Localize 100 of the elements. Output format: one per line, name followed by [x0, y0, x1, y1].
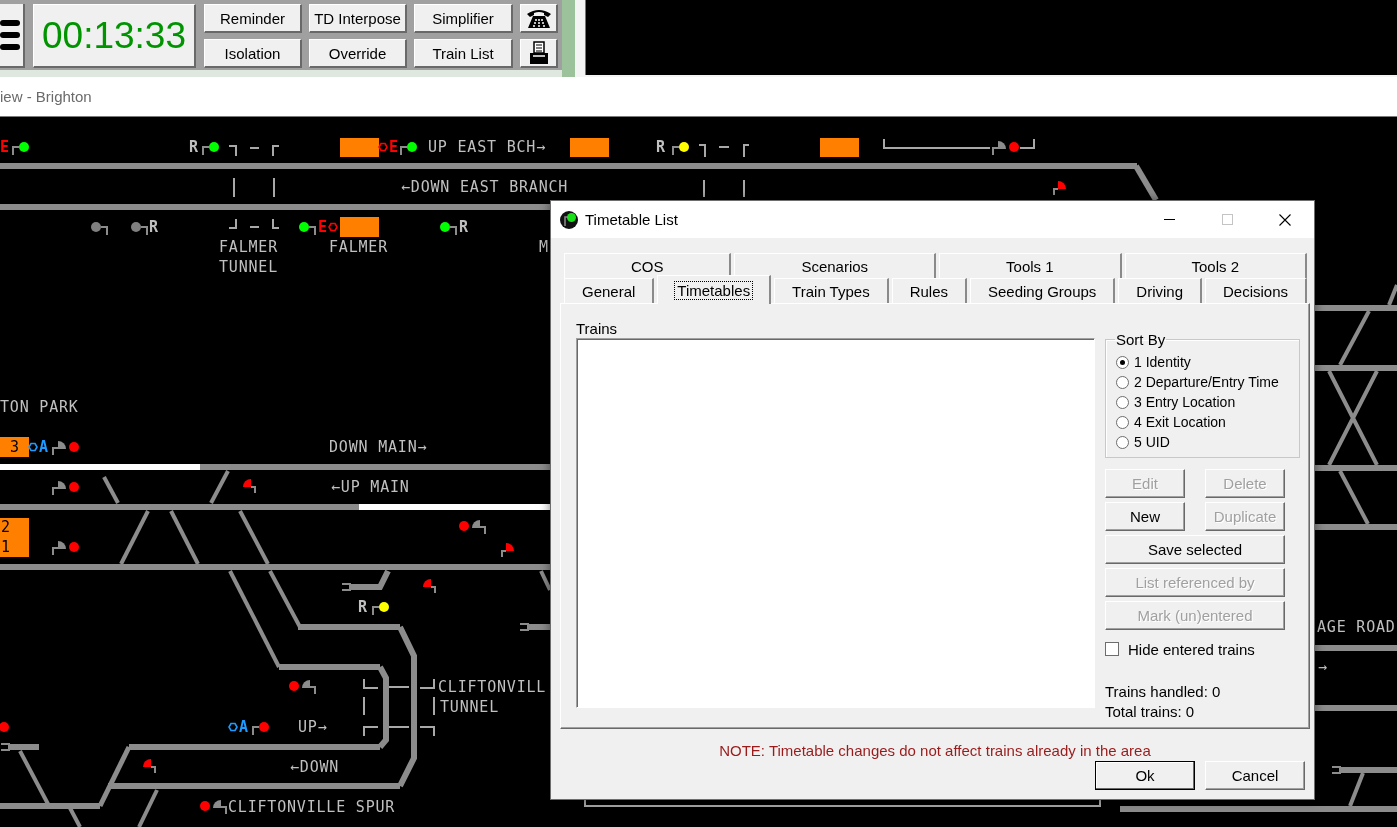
- signal-icon[interactable]: [252, 722, 269, 736]
- tab[interactable]: Tools 2: [1124, 253, 1308, 278]
- line-label: ←DOWN EAST BRANCH: [401, 178, 569, 196]
- dialog-button[interactable]: Ok: [1095, 761, 1195, 790]
- sort-option[interactable]: 4 Exit Location: [1116, 412, 1226, 432]
- signal-icon[interactable]: [289, 680, 316, 695]
- sort-option[interactable]: 3 Entry Location: [1116, 392, 1236, 412]
- dialog-button[interactable]: New: [1105, 502, 1185, 531]
- place-label: FALMER: [219, 238, 278, 256]
- signal-icon[interactable]: [200, 800, 227, 815]
- toolbar-button[interactable]: Train List: [414, 39, 513, 68]
- sort-option[interactable]: 2 Departure/Entry Time: [1116, 372, 1279, 392]
- menu-icon: [0, 19, 20, 51]
- signal-icon[interactable]: [131, 222, 148, 236]
- close-icon: [1279, 213, 1291, 226]
- signal-icon[interactable]: [423, 579, 436, 594]
- maximize-icon: [1221, 214, 1233, 225]
- signal-icon[interactable]: [440, 222, 457, 236]
- signal-icon[interactable]: [12, 142, 29, 156]
- tab[interactable]: Timetables: [657, 275, 772, 304]
- dialog-button[interactable]: Cancel: [1205, 761, 1305, 790]
- sort-option[interactable]: 1 Identity: [1116, 352, 1191, 372]
- place-label: TUNNEL: [219, 258, 278, 276]
- berth-number: 2: [1, 518, 11, 536]
- tunnel-mark-icon: [743, 144, 750, 158]
- line-label: UP→: [298, 718, 328, 736]
- tunnel-mark-icon: [419, 726, 435, 737]
- hide-entered-checkbox[interactable]: Hide entered trains: [1105, 641, 1255, 657]
- counter-text: Total trains: 0: [1105, 702, 1195, 722]
- signal-code-label: E: [0, 138, 10, 156]
- signal-icon[interactable]: [299, 222, 316, 236]
- tunnel-mark-icon: [272, 218, 280, 229]
- place-label: M: [539, 238, 549, 256]
- list-label: Trains: [576, 320, 618, 338]
- lamp-icon: [560, 210, 578, 229]
- place-label: FALMER: [329, 238, 388, 256]
- phone-button[interactable]: [520, 4, 558, 33]
- buffer-stop-icon: [1331, 766, 1341, 774]
- tab[interactable]: Decisions: [1205, 278, 1307, 303]
- signal-icon[interactable]: [202, 142, 219, 156]
- signal-code-label: R: [358, 598, 368, 616]
- sort-option[interactable]: 5 UID: [1116, 432, 1170, 452]
- siding-line: [1019, 138, 1035, 149]
- tunnel-mark-icon: [698, 144, 706, 158]
- signal-code-label: R: [459, 218, 469, 236]
- signal-code-label: A: [39, 438, 49, 456]
- tunnel-mark-icon: [228, 218, 237, 229]
- line-label: DOWN MAIN→: [329, 438, 428, 456]
- tab[interactable]: COS: [564, 253, 732, 278]
- signal-icon[interactable]: [672, 142, 689, 156]
- tab[interactable]: General: [564, 278, 655, 303]
- berth-number: 1: [1, 538, 11, 556]
- counter-text: Trains handled: 0: [1105, 682, 1221, 702]
- buffer-stop-icon: [519, 623, 529, 631]
- place-label: AGE ROAD: [1317, 618, 1396, 636]
- signal-icon[interactable]: [52, 441, 79, 456]
- train-berth[interactable]: [0, 518, 29, 557]
- minimize-icon: [1163, 219, 1175, 220]
- signal-icon[interactable]: [1053, 181, 1066, 196]
- signal-icon[interactable]: [243, 479, 256, 494]
- clock-display: 00:13:33: [33, 4, 196, 68]
- signal-icon[interactable]: [52, 481, 79, 496]
- line-label: UP EAST BCH→: [428, 138, 546, 156]
- tab[interactable]: Scenarios: [734, 253, 937, 278]
- toolbar-button[interactable]: Reminder: [204, 4, 302, 33]
- signal-code-label: R: [656, 138, 666, 156]
- toolbar-button[interactable]: Override: [309, 39, 407, 68]
- signal-icon[interactable]: [372, 602, 389, 616]
- line-label: ←UP MAIN: [331, 478, 410, 496]
- berth-number: 3: [10, 438, 19, 456]
- tunnel-mark-icon: [419, 678, 435, 689]
- tab[interactable]: Tools 1: [939, 253, 1122, 278]
- toolbar-button[interactable]: TD Interpose: [309, 4, 407, 33]
- signal-code-label: E: [389, 138, 399, 156]
- signal-code-label: R: [149, 218, 159, 236]
- tab[interactable]: Driving: [1118, 278, 1202, 303]
- tab[interactable]: Rules: [891, 278, 967, 303]
- place-label: CLIFTONVILLE SPUR: [228, 798, 396, 816]
- note-text: NOTE: Timetable changes do not affect trains already in the area: [719, 742, 1151, 760]
- toolbar-button[interactable]: Simplifier: [414, 4, 513, 33]
- track-line: [209, 470, 230, 504]
- track-line: [102, 476, 120, 504]
- menu-button[interactable]: [0, 4, 25, 68]
- signal-icon[interactable]: [459, 520, 486, 535]
- signal-icon[interactable]: [52, 541, 79, 556]
- window-title: iew - Brighton: [0, 88, 92, 105]
- signal-icon[interactable]: [992, 141, 1019, 156]
- tab[interactable]: Train Types: [774, 278, 889, 303]
- signal-icon[interactable]: [501, 543, 514, 558]
- dialog-button[interactable]: Save selected: [1105, 535, 1285, 564]
- line-label: →: [1318, 658, 1328, 676]
- printer-icon: [527, 41, 550, 65]
- toolbar-button[interactable]: Isolation: [204, 39, 302, 68]
- tab[interactable]: Seeding Groups: [969, 278, 1116, 303]
- train-berth[interactable]: [0, 437, 29, 457]
- signal-icon[interactable]: [91, 222, 108, 236]
- signal-icon[interactable]: [143, 759, 156, 774]
- printer-button[interactable]: [520, 39, 558, 68]
- tunnel-mark-icon: [363, 726, 379, 737]
- signal-icon[interactable]: [400, 142, 417, 156]
